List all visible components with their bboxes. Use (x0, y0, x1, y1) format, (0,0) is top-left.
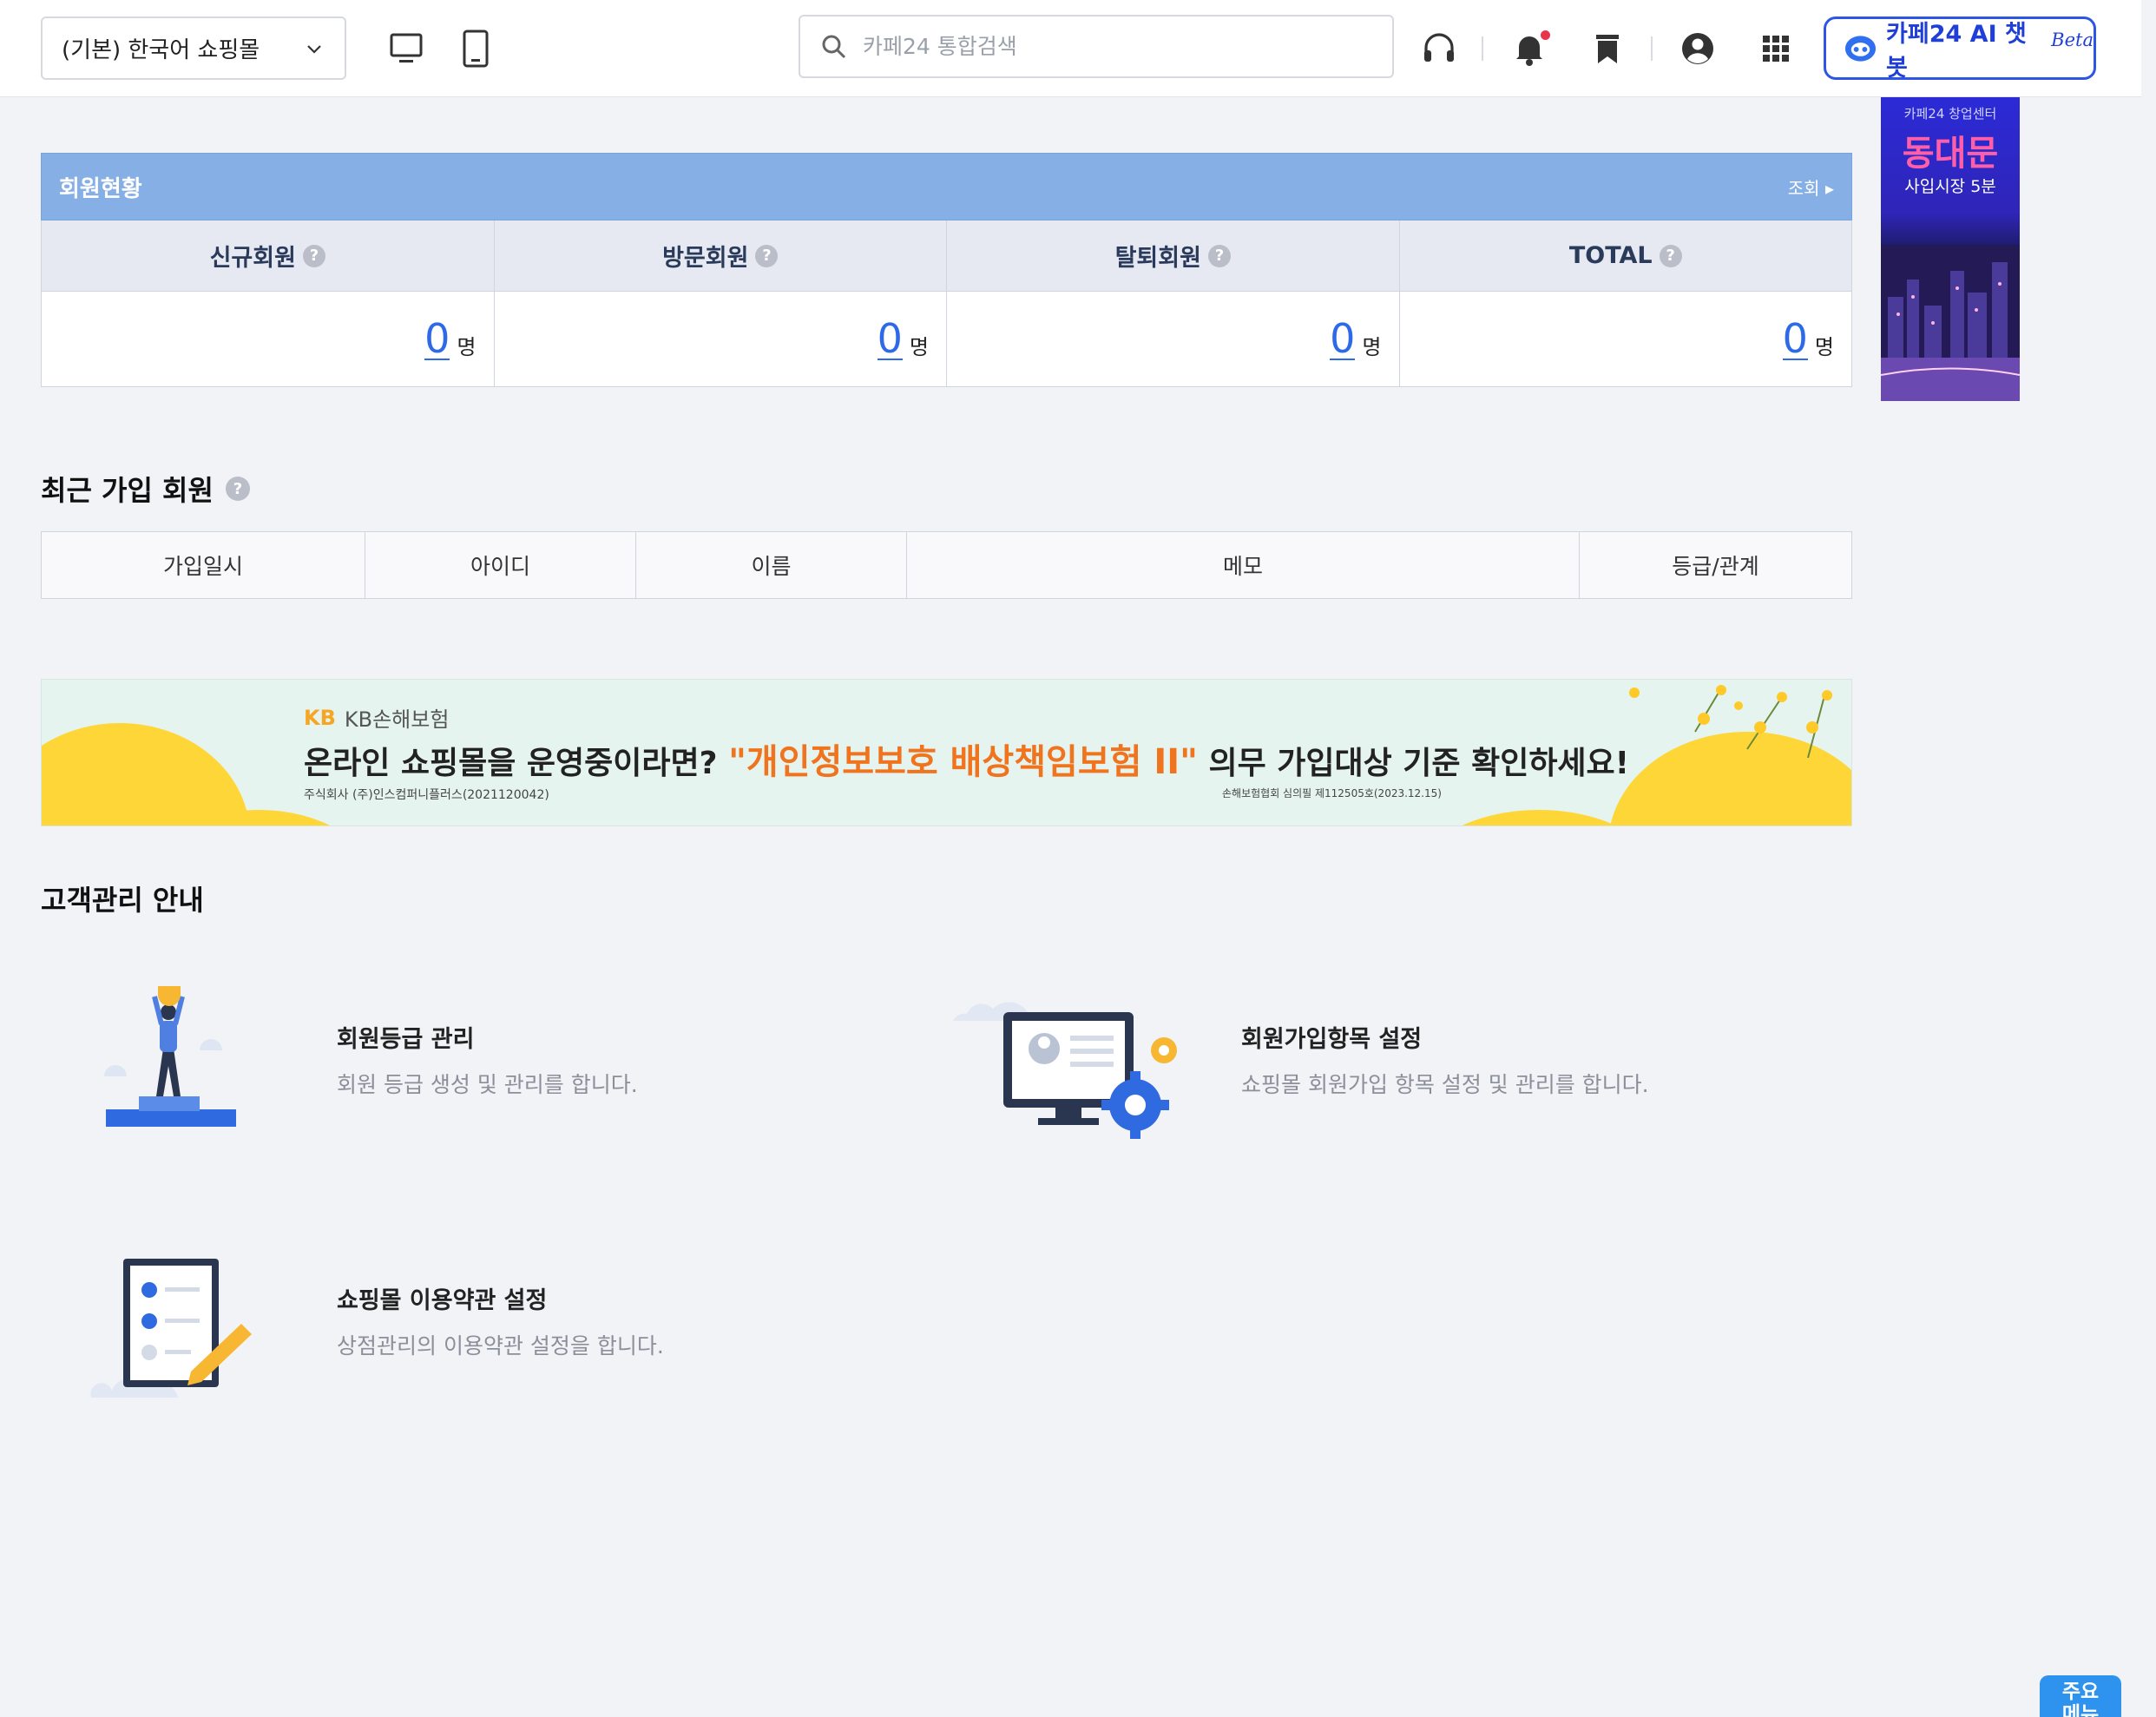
guide-member-grade[interactable]: 회원등급 관리 회원 등급 생성 및 관리를 합니다. (337, 1020, 638, 1099)
recent-members-title: 최근 가입 회원 (41, 474, 214, 507)
banner-fine-print-right: 손해보험협회 심의필 제112505호(2023.12.15) (1222, 787, 1442, 799)
unit-label: 명 (1814, 335, 1834, 359)
guide-item-desc: 쇼핑몰 회원가입 항목 설정 및 관리를 합니다. (1241, 1072, 1649, 1097)
new-members-count[interactable]: 0 (424, 319, 450, 360)
help-icon[interactable]: ? (755, 244, 779, 267)
banner-fine-print-left: 주식회사 (주)인스컴퍼니플러스(2021120042) (304, 788, 549, 802)
member-status-title: 회원현황 (59, 175, 142, 202)
column-withdrawn-members: 탈퇴회원? (947, 220, 1400, 291)
guide-item-title: 회원등급 관리 (337, 1026, 475, 1053)
apps-grid-icon[interactable] (1757, 29, 1795, 69)
podium-person-illustration (104, 986, 236, 1127)
banner-decoration (42, 723, 250, 826)
checklist-pencil-illustration (90, 1259, 252, 1398)
member-status-values: 0명 0명 0명 0명 (41, 292, 1852, 387)
value-cell: 0명 (42, 292, 495, 386)
member-status-header: 회원현황 조회 ▸ (41, 153, 1852, 220)
guide-heading: 고객관리 안내 (41, 884, 204, 917)
bookmark-icon[interactable] (1588, 29, 1627, 69)
ad-line-3: 사입시장 5분 (1904, 177, 1996, 196)
header-memo: 메모 (907, 532, 1580, 598)
float-menu-line-2: 메뉴 (2061, 1703, 2100, 1717)
notification-dot (1541, 30, 1550, 40)
main-menu-float-button[interactable]: 주요 메뉴 (2040, 1675, 2121, 1717)
column-label: 신규회원 (209, 245, 296, 272)
kb-logo: KB (304, 705, 336, 730)
banner-headline: 온라인 쇼핑몰을 운영중이라면? "개인정보보호 배상책임보험 II" 의무 가… (304, 734, 1629, 784)
recent-members-heading: 최근 가입 회원 ? (41, 469, 250, 509)
divider (1482, 36, 1483, 61)
headline-post: 의무 가입대상 기준 확인하세요! (1208, 746, 1630, 781)
header-user-id: 아이디 (365, 532, 636, 598)
mall-select[interactable]: (기본) 한국어 쇼핑몰 (41, 16, 346, 80)
insurance-banner[interactable]: KB KB손해보험 온라인 쇼핑몰을 운영중이라면? "개인정보보호 배상책임보… (41, 679, 1852, 826)
header-name: 이름 (636, 532, 907, 598)
chevron-down-icon (307, 45, 321, 54)
search-input[interactable] (863, 34, 1349, 59)
chatbot-icon (1844, 35, 1877, 62)
brand-name: KB손해보험 (344, 707, 450, 732)
value-cell: 0명 (495, 292, 947, 386)
help-icon[interactable]: ? (302, 244, 325, 267)
city-night-image (1881, 245, 2020, 401)
top-bar: (기본) 한국어 쇼핑몰 카페24 통합검색 카페24 AI 챗봇 Beta (0, 0, 2141, 97)
column-visit-members: 방문회원? (495, 220, 947, 291)
guide-item-title: 쇼핑몰 이용약관 설정 (337, 1287, 548, 1314)
global-search[interactable] (799, 15, 1394, 78)
monitor-gear-illustration (953, 1002, 1177, 1139)
value-cell: 0명 (1400, 292, 1852, 386)
float-menu-line-1: 주요 (2061, 1681, 2100, 1703)
ai-chatbot-button[interactable]: 카페24 AI 챗봇 Beta (1824, 16, 2096, 82)
mobile-view-icon[interactable] (457, 29, 495, 69)
value-cell: 0명 (947, 292, 1400, 386)
recent-members-table-header: 가입일시 아이디 이름 메모 등급/관계 (41, 531, 1852, 599)
unit-label: 명 (909, 335, 929, 359)
header-join-date: 가입일시 (42, 532, 365, 598)
headset-icon[interactable] (1420, 29, 1458, 69)
user-icon[interactable] (1679, 29, 1717, 69)
member-status-columns: 신규회원? 방문회원? 탈퇴회원? TOTAL? (41, 220, 1852, 292)
guide-item-title: 회원가입항목 설정 (1241, 1026, 1423, 1053)
headline-highlight: "개인정보보호 배상책임보험 II" (728, 742, 1198, 782)
help-icon[interactable]: ? (225, 477, 250, 501)
unit-label: 명 (457, 335, 477, 359)
pc-view-icon[interactable] (387, 29, 425, 69)
column-total: TOTAL? (1400, 220, 1852, 291)
guide-item-desc: 회원 등급 생성 및 관리를 합니다. (337, 1072, 638, 1097)
ai-chatbot-label: 카페24 AI 챗봇 (1886, 20, 2027, 82)
divider (1651, 36, 1653, 61)
ad-line-2: 동대문 (1902, 134, 1999, 174)
unit-label: 명 (1362, 335, 1382, 359)
headline-pre: 온라인 쇼핑몰을 운영중이라면? (304, 746, 718, 781)
ad-line-1: 카페24 창업센터 (1903, 106, 1997, 122)
guide-item-desc: 상점관리의 이용약관 설정을 합니다. (337, 1333, 664, 1358)
mall-select-value: (기본) 한국어 쇼핑몰 (62, 37, 260, 63)
guide-terms-settings[interactable]: 쇼핑몰 이용약관 설정 상점관리의 이용약관 설정을 합니다. (337, 1281, 664, 1360)
header-grade: 등급/관계 (1672, 554, 1759, 579)
visit-members-count[interactable]: 0 (877, 319, 903, 360)
column-label: 방문회원 (662, 245, 749, 272)
view-link-label: 조회 (1787, 177, 1820, 199)
flower-decoration-icon (1629, 685, 1832, 759)
total-members-count[interactable]: 0 (1782, 319, 1808, 360)
column-label: TOTAL (1568, 242, 1653, 269)
beta-badge: Beta (2051, 29, 2094, 50)
help-icon[interactable]: ? (1207, 244, 1231, 267)
member-status-view-link[interactable]: 조회 ▸ (1788, 174, 1834, 200)
banner-brand: KB KB손해보험 (304, 702, 449, 733)
guide-signup-fields[interactable]: 회원가입항목 설정 쇼핑몰 회원가입 항목 설정 및 관리를 합니다. (1241, 1020, 1649, 1099)
help-icon[interactable]: ? (1659, 244, 1682, 267)
side-ad-banner[interactable]: 카페24 창업센터 동대문 사입시장 5분 (1881, 97, 2020, 401)
column-new-members: 신규회원? (42, 220, 495, 291)
search-icon (822, 35, 846, 58)
withdrawn-members-count[interactable]: 0 (1330, 319, 1356, 360)
column-label: 탈퇴회원 (1114, 245, 1201, 272)
